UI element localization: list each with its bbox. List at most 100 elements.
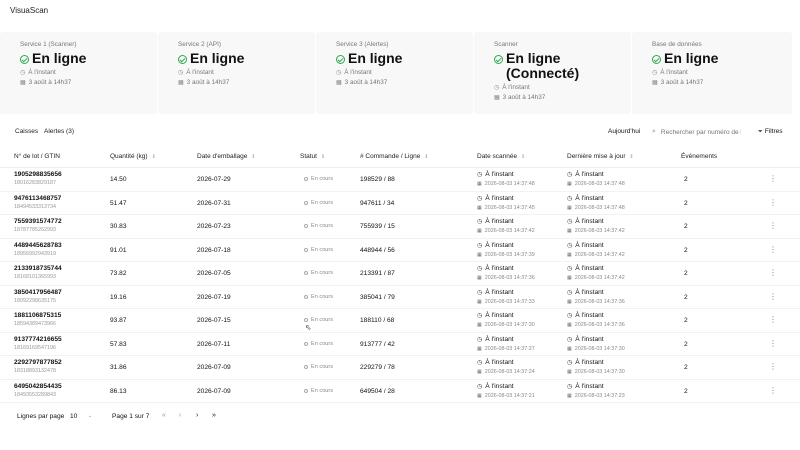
table-row[interactable]: 3850417956487 18092298635175 19.16 2026-07-… xyxy=(0,286,800,309)
filters-button[interactable]: ⏷ Filtres xyxy=(758,128,783,136)
table-row[interactable]: 9137774216655 18169169547196 57.83 2026-07-… xyxy=(0,333,800,356)
table-toolbar: Caisses Alertes (3) Aujourd'hui ⌕ ⏷Filtr… xyxy=(0,122,800,142)
next-page-button[interactable]: › xyxy=(196,412,198,419)
scan-absolute: ▦ 2026-08-03 14:37:30 xyxy=(477,322,535,328)
status-text: En cours xyxy=(311,364,334,370)
first-page-button[interactable]: « xyxy=(162,412,166,419)
more-vertical-icon[interactable]: ⋮ xyxy=(769,245,777,254)
more-vertical-icon[interactable]: ⋮ xyxy=(769,221,777,230)
more-vertical-icon[interactable]: ⋮ xyxy=(769,339,777,348)
scan-relative: ◷ À l'instant xyxy=(477,242,514,249)
col-header-label: Dernière mise à jour xyxy=(567,153,626,160)
update-relative: ◷ À l'instant xyxy=(567,218,604,225)
clock-icon: ◷ xyxy=(567,172,573,178)
update-relative-text: À l'instant xyxy=(575,312,604,319)
scan-absolute-text: 2026-08-03 14:37:45 xyxy=(484,204,535,211)
service-status: En ligne xyxy=(190,50,245,66)
order-line: 755939 / 15 xyxy=(360,223,395,230)
more-vertical-icon[interactable]: ⋮ xyxy=(769,198,777,207)
gtin: 18016283829187 xyxy=(14,180,56,186)
status-dot-icon xyxy=(304,341,308,346)
status-badge: En cours xyxy=(304,388,333,394)
table-row[interactable]: 4489445628783 18956992943919 91.01 2026-07-… xyxy=(0,239,800,262)
calendar-icon: ▦ xyxy=(477,345,482,352)
update-relative-text: À l'instant xyxy=(575,171,604,178)
table-row[interactable]: 1881106875315 18594389473966 93.87 2026-07-… xyxy=(0,309,800,333)
rows-per-page-select[interactable]: 10 xyxy=(70,413,77,420)
table-row[interactable]: 2292797877852 18318893132478 31.86 2026-07-… xyxy=(0,356,800,380)
clock-icon: ◷ xyxy=(567,219,573,225)
tab-alertes[interactable]: Alertes (3) xyxy=(44,128,74,135)
more-vertical-icon[interactable]: ⋮ xyxy=(769,362,777,371)
update-relative: ◷ À l'instant xyxy=(567,383,604,390)
status-text: En cours xyxy=(311,317,334,323)
lot-number: 9137774216655 xyxy=(14,335,62,343)
scan-relative-text: À l'instant xyxy=(485,359,514,366)
table-row[interactable]: 6495042854435 18493553289843 86.13 2026-07-… xyxy=(0,380,800,403)
service-label: Service 2 (API) xyxy=(178,41,221,48)
clock-icon: ◷ xyxy=(567,242,573,249)
col-header-qty[interactable]: Quantité (kg) ⇕ xyxy=(110,153,156,160)
scan-relative: ◷ À l'instant xyxy=(477,336,514,343)
scan-absolute: ▦ 2026-08-03 14:37:36 xyxy=(477,275,535,281)
more-vertical-icon[interactable]: ⋮ xyxy=(769,386,777,395)
status-badge: En cours xyxy=(304,364,333,370)
sort-icon: ⇕ xyxy=(521,154,526,160)
last-page-button[interactable]: » xyxy=(212,412,216,419)
update-absolute-text: 2026-08-03 14:37:30 xyxy=(574,345,625,352)
quantity: 86.13 xyxy=(110,387,127,395)
lot-number: 2133918735744 xyxy=(14,265,62,272)
calendar-icon: ▦ xyxy=(567,181,572,187)
clock-icon: ◷ xyxy=(567,383,573,390)
table-row[interactable]: 7559391574772 18787785262993 30.83 2026-07-… xyxy=(0,215,800,239)
table-row[interactable]: 1905298835656 18016283829187 14.50 2026-07-… xyxy=(0,168,800,192)
clock-icon: ◷ xyxy=(477,172,483,178)
lot-number: 2292797877852 xyxy=(14,359,62,366)
col-header-cmd[interactable]: # Commande / Ligne ⇕ xyxy=(360,153,429,160)
col-header-date[interactable]: Date d'emballage ⇕ xyxy=(197,153,256,160)
scan-relative-text: À l'instant xyxy=(485,312,514,319)
more-vertical-icon[interactable]: ⋮ xyxy=(769,268,777,277)
clock-icon: ◷ xyxy=(567,289,573,296)
col-header-events[interactable]: Événements xyxy=(681,153,717,160)
update-absolute-text: 2026-08-03 14:37:36 xyxy=(574,298,625,305)
more-vertical-icon[interactable]: ⋮ xyxy=(769,315,777,324)
scan-absolute-text: 2026-08-03 14:37:36 xyxy=(484,275,535,281)
clock-icon: ◷ xyxy=(477,219,483,225)
table-row[interactable]: 2133918735744 18168101365993 73.82 2026-07-… xyxy=(0,262,800,286)
col-header-scan[interactable]: Date scannée ⇕ xyxy=(477,153,525,160)
quantity: 30.83 xyxy=(110,223,127,230)
more-vertical-icon[interactable]: ⋮ xyxy=(769,174,777,183)
service-card-3: Service 3 (Alertes) En ligne ◷ À l'instan… xyxy=(316,32,473,114)
events-count: 2 xyxy=(684,270,688,277)
service-label: Scanner xyxy=(494,41,518,48)
gtin: 18092298635175 xyxy=(14,297,56,304)
more-vertical-icon[interactable]: ⋮ xyxy=(769,292,777,301)
update-absolute-text: 2026-08-03 14:37:23 xyxy=(574,392,625,399)
service-updated: À l'instant xyxy=(344,69,372,76)
col-header-lot[interactable]: N° de lot / GTIN xyxy=(14,153,60,160)
prev-page-button[interactable]: ‹ xyxy=(179,412,181,419)
events-count: 2 xyxy=(684,199,688,207)
quantity: 14.50 xyxy=(110,176,127,183)
order-line: 913777 / 42 xyxy=(360,340,395,348)
search-box[interactable]: ⌕ xyxy=(652,126,746,138)
scan-relative: ◷ À l'instant xyxy=(477,171,514,178)
col-header-label: Statut xyxy=(300,153,317,160)
search-input[interactable] xyxy=(660,128,741,136)
update-absolute: ▦ 2026-08-03 14:37:48 xyxy=(567,181,625,187)
col-header-upd[interactable]: Dernière mise à jour ⇕ xyxy=(567,153,634,160)
update-absolute-text: 2026-08-03 14:37:36 xyxy=(574,322,625,328)
tab-caisses[interactable]: Caisses xyxy=(15,128,38,135)
scan-absolute: ▦ 2026-08-03 14:37:42 xyxy=(477,228,535,234)
scan-relative-text: À l'instant xyxy=(485,194,514,202)
packing-date: 2026-07-09 xyxy=(197,387,231,395)
table-row[interactable]: 9476113468757 18494533313734 51.47 2026-07-… xyxy=(0,192,800,215)
today-button[interactable]: Aujourd'hui xyxy=(608,128,640,135)
packing-date: 2026-07-29 xyxy=(197,176,231,183)
update-relative: ◷ À l'instant xyxy=(567,312,604,319)
clock-icon: ◷ xyxy=(477,266,483,272)
service-status-panel: Service 1 (Scanner) En ligne ◷ À l'instan… xyxy=(0,32,800,114)
col-header-statut[interactable]: Statut ⇕ xyxy=(300,153,325,160)
scan-absolute: ▦ 2026-08-03 14:37:24 xyxy=(477,369,535,375)
